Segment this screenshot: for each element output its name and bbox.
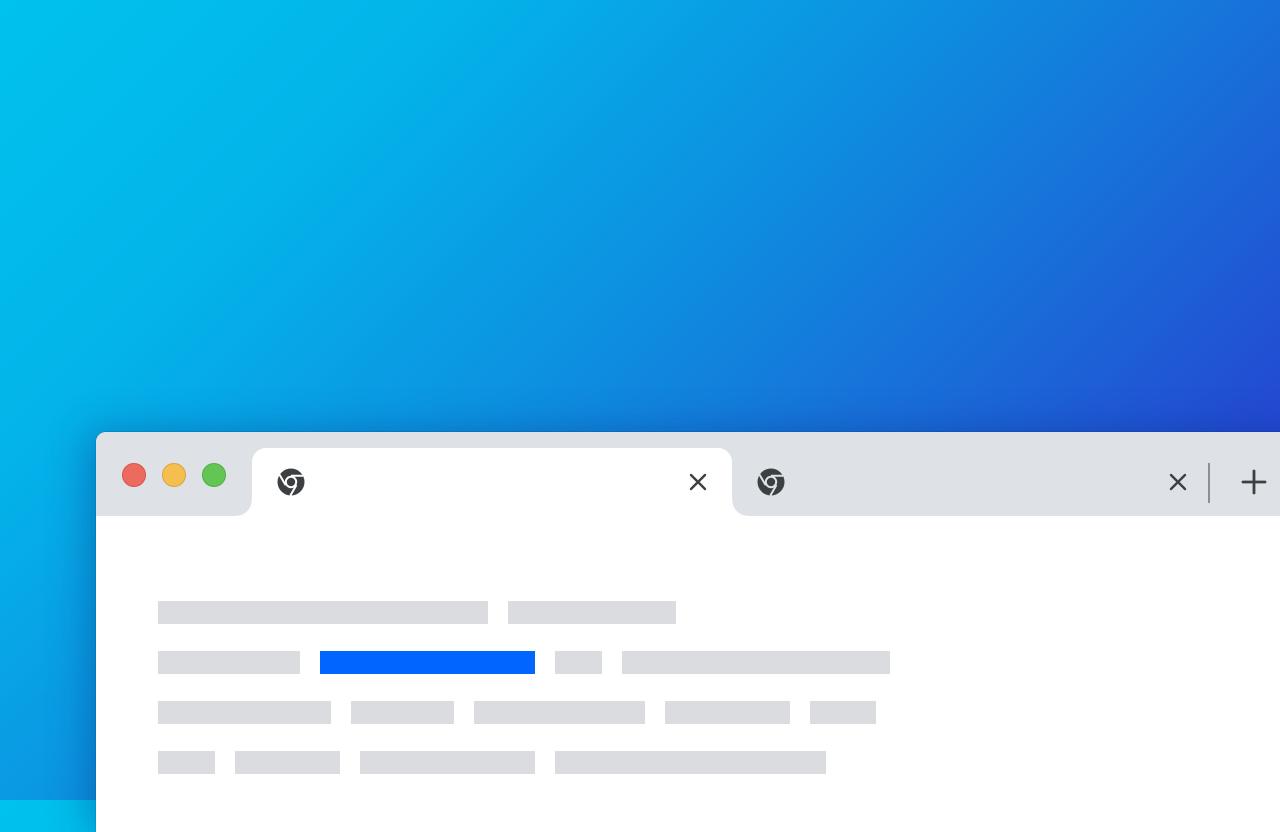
placeholder-bar — [810, 701, 876, 724]
tab-bar — [96, 432, 1280, 516]
window-zoom-button[interactable] — [202, 463, 226, 487]
placeholder-bar — [622, 651, 890, 674]
placeholder-bar — [508, 601, 676, 624]
tab-divider — [1208, 463, 1210, 503]
window-minimize-button[interactable] — [162, 463, 186, 487]
window-close-button[interactable] — [122, 463, 146, 487]
placeholder-bar — [158, 601, 488, 624]
tab-active[interactable] — [236, 448, 748, 516]
page-content — [96, 516, 1280, 832]
close-icon[interactable] — [686, 470, 710, 494]
placeholder-bar — [158, 651, 300, 674]
tab-inactive[interactable] — [732, 448, 1212, 516]
placeholder-bar — [474, 701, 645, 724]
placeholder-bar — [351, 701, 454, 724]
plus-icon[interactable] — [1240, 468, 1268, 496]
placeholder-bar — [158, 701, 331, 724]
placeholder-bar — [555, 751, 826, 774]
placeholder-bar — [555, 651, 602, 674]
browser-window — [96, 432, 1280, 832]
chrome-icon — [757, 468, 785, 497]
placeholder-bar — [158, 751, 215, 774]
placeholder-bar — [235, 751, 340, 774]
placeholder-bar — [665, 701, 790, 724]
chrome-icon — [277, 468, 305, 497]
placeholder-bar — [360, 751, 535, 774]
close-icon[interactable] — [1166, 470, 1190, 494]
highlighted-bar — [320, 651, 535, 674]
